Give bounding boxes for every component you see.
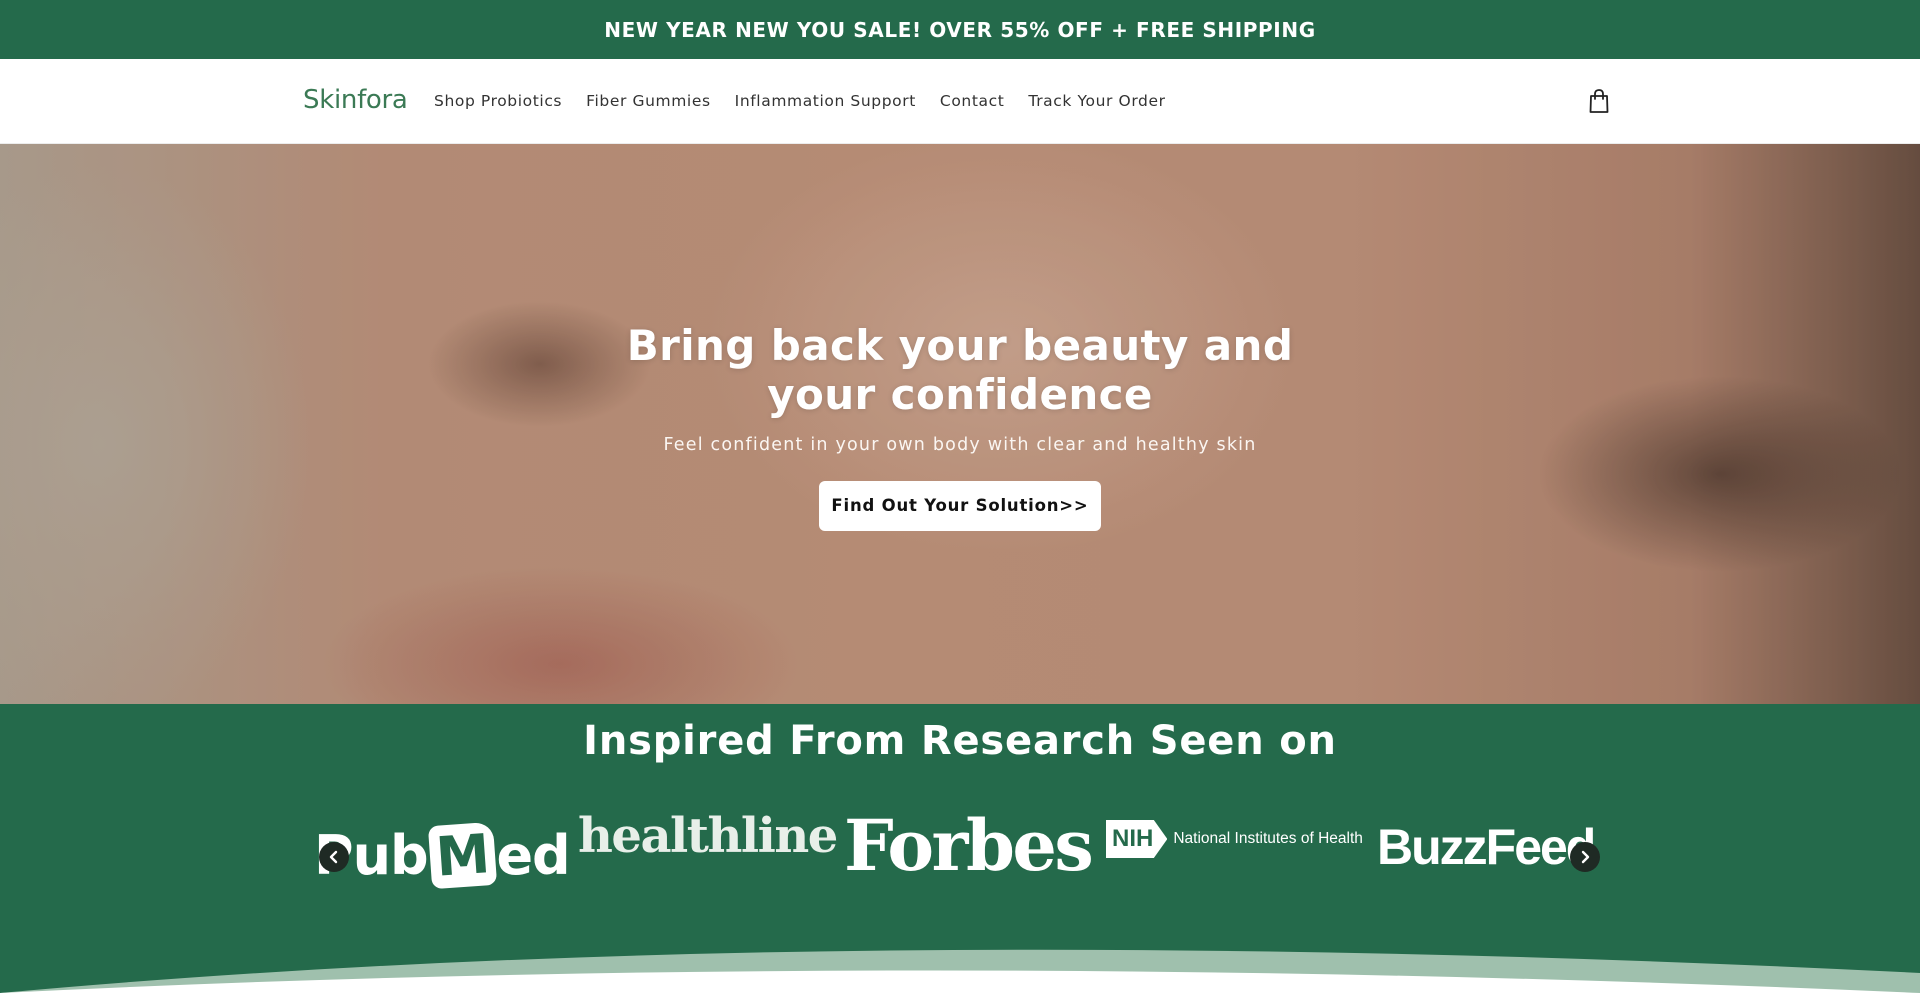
nav-link-fiber-gummies[interactable]: Fiber Gummies: [586, 92, 711, 110]
nav-link-shop-probiotics[interactable]: Shop Probiotics: [434, 92, 562, 110]
press-logo-carousel: Pub Med healthline Forbes NIH National In…: [310, 804, 1610, 914]
pubmed-logo-text-end: ed: [496, 824, 570, 887]
buzzfeed-logo: BuzzFeed: [1377, 819, 1596, 875]
hero-title: Bring back your beauty and your confiden…: [560, 321, 1360, 419]
nih-logo-text: National Institutes of Health: [1173, 830, 1363, 847]
nav-link-contact[interactable]: Contact: [940, 92, 1005, 110]
forbes-logo: Forbes: [844, 804, 1094, 887]
pubmed-logo-m: M: [427, 821, 497, 890]
hero-banner: Bring back your beauty and your confiden…: [0, 144, 1920, 704]
main-nav: Shop Probiotics Fiber Gummies Inflammati…: [434, 92, 1190, 110]
carousel-next-button[interactable]: [1570, 842, 1600, 872]
healthline-logo: healthline: [578, 808, 838, 864]
press-title: Inspired From Research Seen on: [583, 718, 1337, 764]
press-section: Inspired From Research Seen on Pub Med he…: [0, 704, 1920, 993]
pubmed-logo: Pub Med: [314, 821, 571, 890]
announcement-text: NEW YEAR NEW YOU SALE! OVER 55% OFF + FR…: [604, 17, 1316, 42]
find-solution-button[interactable]: Find Out Your Solution>>: [819, 481, 1101, 531]
hero-content: Bring back your beauty and your confiden…: [560, 321, 1360, 531]
nav-link-inflammation-support[interactable]: Inflammation Support: [735, 92, 916, 110]
hero-subtitle: Feel confident in your own body with cle…: [663, 435, 1257, 455]
hero-title-line-1: Bring back your beauty and: [626, 321, 1294, 370]
cart-button[interactable]: [1587, 88, 1611, 114]
carousel-prev-button[interactable]: [319, 842, 349, 872]
nih-logo: NIH National Institutes of Health: [1106, 820, 1363, 858]
announcement-bar: NEW YEAR NEW YOU SALE! OVER 55% OFF + FR…: [0, 0, 1920, 59]
hero-title-line-2: your confidence: [767, 370, 1153, 419]
nih-badge: NIH: [1106, 820, 1168, 858]
site-header: Skinfora Shop Probiotics Fiber Gummies I…: [0, 59, 1920, 144]
chevron-right-icon: [1581, 850, 1590, 864]
nav-link-track-order[interactable]: Track Your Order: [1028, 92, 1165, 110]
chevron-left-icon: [329, 850, 338, 864]
shopping-bag-icon: [1589, 89, 1609, 113]
section-wave-divider: [0, 949, 1920, 993]
site-logo[interactable]: Skinfora: [303, 85, 408, 115]
